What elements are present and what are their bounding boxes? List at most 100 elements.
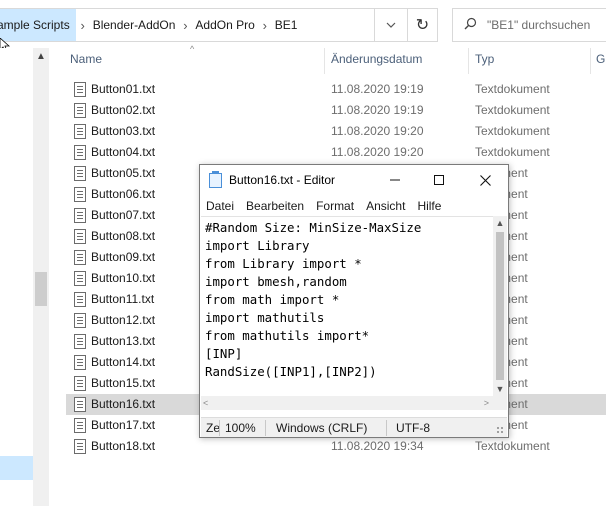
code-line: from Library import * (205, 256, 362, 271)
file-type: Textdokument (475, 124, 550, 138)
notepad-icon (209, 171, 222, 188)
status-divider (219, 420, 220, 436)
file-name: Button16.txt (91, 397, 156, 411)
column-divider[interactable] (324, 48, 325, 74)
notepad-status-bar: Ze 100% Windows (CRLF) UTF-8 (201, 417, 507, 437)
notepad-window[interactable]: Button16.txt - Editor Datei Bearbeiten F… (199, 164, 509, 438)
file-row[interactable]: Button04.txt 11.08.2020 19:20 Textdokument (66, 142, 606, 163)
refresh-button[interactable]: ↻ (408, 8, 438, 42)
editor-horizontal-scrollbar[interactable]: < > (201, 396, 493, 410)
menu-edit[interactable]: Bearbeiten (240, 197, 310, 215)
menu-format[interactable]: Format (310, 197, 360, 215)
file-type: Textdokument (475, 82, 550, 96)
minimize-icon (390, 179, 400, 181)
column-divider[interactable] (590, 48, 591, 74)
file-name: Button10.txt (91, 271, 156, 285)
text-file-icon (74, 418, 86, 433)
address-history-button[interactable] (374, 8, 408, 42)
breadcrumb-item[interactable]: BE1 (272, 9, 301, 41)
status-encoding: UTF-8 (396, 421, 430, 435)
text-file-icon (74, 397, 86, 412)
menu-view[interactable]: Ansicht (360, 197, 411, 215)
scroll-up-icon[interactable]: ▲ (33, 48, 49, 66)
notepad-menu-bar: Datei Bearbeiten Format Ansicht Hilfe (200, 197, 508, 215)
text-file-icon (74, 208, 86, 223)
text-file-icon (74, 124, 86, 139)
text-editor-area[interactable]: #Random Size: MinSize-MaxSize import Lib… (201, 216, 493, 396)
column-header-name[interactable]: Name (70, 52, 102, 70)
file-row[interactable]: Button18.txt 11.08.2020 19:34 Textdokument (66, 436, 606, 457)
file-date: 11.08.2020 19:19 (331, 82, 424, 96)
text-file-icon (74, 355, 86, 370)
search-placeholder: "BE1" durchsuchen (487, 18, 591, 32)
maximize-icon (434, 175, 444, 185)
notepad-title-bar[interactable]: Button16.txt - Editor (200, 165, 508, 195)
scroll-right-icon[interactable]: > (484, 396, 489, 410)
menu-help[interactable]: Hilfe (411, 197, 447, 215)
breadcrumb-chevron-icon[interactable]: › (76, 18, 90, 33)
status-divider (386, 420, 387, 436)
minimize-button[interactable] (380, 169, 410, 191)
breadcrumb-chevron-icon[interactable]: › (178, 18, 192, 33)
editor-vertical-scrollbar[interactable]: ▲ ▼ (493, 216, 507, 396)
breadcrumb-label: BE1 (274, 18, 298, 32)
file-row[interactable]: Button01.txt 11.08.2020 19:19 Textdokument (66, 79, 606, 100)
maximize-button[interactable] (424, 169, 454, 191)
search-box[interactable]: "BE1" durchsuchen (452, 8, 606, 42)
file-name: Button11.txt (91, 292, 155, 306)
file-name: Button14.txt (91, 355, 156, 369)
breadcrumb-chevron-icon[interactable]: › (258, 18, 272, 33)
text-file-icon (74, 334, 86, 349)
column-header-date[interactable]: Änderungsdatum (331, 52, 422, 70)
file-name: Button08.txt (91, 229, 156, 243)
file-date: 11.08.2020 19:20 (331, 145, 424, 159)
file-name: Button18.txt (91, 439, 156, 453)
file-name: Button12.txt (91, 313, 156, 327)
column-header-type[interactable]: Typ (475, 52, 494, 70)
column-divider[interactable] (468, 48, 469, 74)
scroll-up-icon[interactable]: ▲ (493, 218, 507, 228)
status-divider (265, 420, 266, 436)
address-bar[interactable]: ample Scripts › Blender-AddOn › AddOn Pr… (0, 8, 408, 42)
file-type: Textdokument (475, 145, 550, 159)
column-header-size[interactable]: Gr (596, 52, 606, 70)
close-button[interactable] (470, 169, 500, 191)
text-file-icon (74, 313, 86, 328)
navigation-scrollbar[interactable]: ▲ (33, 48, 49, 506)
scroll-down-icon[interactable]: ▼ (493, 384, 507, 394)
file-type: Textdokument (475, 103, 550, 117)
resize-grip-icon[interactable] (496, 426, 504, 434)
status-position: Ze (206, 421, 221, 435)
text-file-icon (74, 439, 86, 454)
navigation-selected-item[interactable] (0, 456, 33, 480)
file-name: Button01.txt (91, 82, 156, 96)
scroll-left-icon[interactable]: < (203, 396, 208, 410)
scrollbar-thumb[interactable] (35, 272, 47, 306)
file-name: Button09.txt (91, 250, 156, 264)
breadcrumb-item[interactable]: Blender-AddOn (90, 9, 179, 41)
code-line: import mathutils (205, 310, 325, 325)
text-file-icon (74, 145, 86, 160)
text-file-icon (74, 166, 86, 181)
scrollbar-corner (493, 396, 507, 410)
file-row[interactable]: Button02.txt 11.08.2020 19:19 Textdokument (66, 100, 606, 121)
breadcrumb-item[interactable]: ample Scripts (0, 9, 76, 41)
code-line: RandSize([INP1],[INP2]) (205, 364, 377, 379)
code-line: from math import * (205, 292, 340, 307)
editor-text: #Random Size: MinSize-MaxSize import Lib… (205, 219, 421, 381)
code-line: [INP] (205, 346, 243, 361)
file-row[interactable]: Button03.txt 11.08.2020 19:20 Textdokument (66, 121, 606, 142)
menu-file[interactable]: Datei (200, 197, 240, 215)
text-file-icon (74, 82, 86, 97)
file-name: Button04.txt (91, 145, 156, 159)
breadcrumb-label: Blender-AddOn (92, 18, 176, 32)
chevron-down-icon (386, 22, 396, 28)
close-icon (479, 174, 491, 186)
code-line: #Random Size: MinSize-MaxSize (205, 220, 422, 235)
text-file-icon (74, 187, 86, 202)
notepad-title: Button16.txt - Editor (229, 173, 336, 187)
code-line: import Library (205, 238, 310, 253)
file-date: 11.08.2020 19:34 (331, 439, 424, 453)
breadcrumb-item[interactable]: AddOn Pro (192, 9, 257, 41)
scrollbar-thumb[interactable] (496, 232, 504, 380)
